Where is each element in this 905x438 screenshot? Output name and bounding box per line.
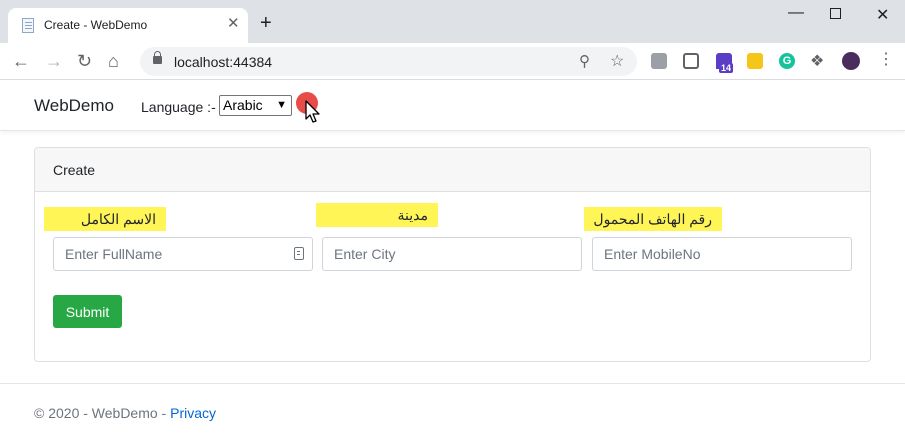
maximize-window-button[interactable] xyxy=(830,8,841,19)
extension-badge: 14 xyxy=(719,63,734,73)
new-tab-button[interactable]: + xyxy=(260,13,272,33)
url-text[interactable]: localhost:44384 xyxy=(174,54,272,70)
footer-copyright: © 2020 - WebDemo - xyxy=(34,405,167,421)
forward-arrow-icon[interactable]: → xyxy=(45,51,63,71)
yellow-extension-icon[interactable] xyxy=(747,53,763,69)
footer-divider xyxy=(0,383,905,384)
fullname-input[interactable] xyxy=(53,237,313,271)
language-select[interactable]: Arabic ▼ xyxy=(219,95,292,116)
browser-toolbar: ← → ↻ ⌂ localhost:44384 ⚲ ☆ G ❖ ⋮ xyxy=(0,43,905,80)
brand-link[interactable]: WebDemo xyxy=(34,96,114,116)
card-title: Create xyxy=(53,162,96,178)
minimize-window-button[interactable]: — xyxy=(788,4,804,22)
screenshot-extension-icon[interactable] xyxy=(651,53,667,69)
grammarly-extension-icon[interactable]: G xyxy=(779,53,795,69)
reload-icon[interactable]: ↻ xyxy=(77,51,92,71)
back-arrow-icon[interactable]: ← xyxy=(12,51,30,71)
home-icon[interactable]: ⌂ xyxy=(108,51,119,71)
submit-button[interactable]: Submit xyxy=(53,295,122,328)
tab-title: Create - WebDemo xyxy=(44,18,148,32)
privacy-link[interactable]: Privacy xyxy=(170,405,216,421)
autofill-contact-icon[interactable] xyxy=(294,247,304,260)
footer: © 2020 - WebDemo - Privacy xyxy=(34,405,216,421)
tab-close-icon[interactable]: ✕ xyxy=(227,16,240,32)
camera-extension-icon[interactable] xyxy=(683,53,699,69)
address-bar[interactable]: localhost:44384 ⚲ ☆ xyxy=(140,47,637,76)
page-favicon-icon xyxy=(22,18,34,33)
browser-menu-icon[interactable]: ⋮ xyxy=(878,51,894,69)
app-navbar: WebDemo Language :- Arabic ▼ xyxy=(0,81,905,131)
mouse-cursor-icon xyxy=(305,100,320,123)
city-label: مدينة xyxy=(316,203,438,227)
card-header: Create xyxy=(35,148,870,192)
lock-icon[interactable] xyxy=(153,51,162,64)
profile-avatar[interactable] xyxy=(842,52,860,70)
language-label: Language :- xyxy=(141,99,216,115)
zoom-icon[interactable]: ⚲ xyxy=(579,52,590,70)
extensions-puzzle-icon[interactable]: ❖ xyxy=(810,51,826,70)
browser-tab[interactable]: Create - WebDemo ✕ xyxy=(8,8,248,43)
close-window-button[interactable]: ✕ xyxy=(876,5,889,25)
mobile-input[interactable] xyxy=(592,237,852,271)
mobile-label: رقم الهاتف المحمول xyxy=(584,207,722,231)
chevron-down-icon: ▼ xyxy=(276,99,287,111)
fullname-label: الاسم الكامل xyxy=(44,207,166,231)
bookmark-star-icon[interactable]: ☆ xyxy=(610,51,624,71)
language-selected-value: Arabic xyxy=(223,97,263,113)
city-input[interactable] xyxy=(322,237,582,271)
browser-tab-strip: Create - WebDemo ✕ + — ✕ xyxy=(0,0,905,43)
